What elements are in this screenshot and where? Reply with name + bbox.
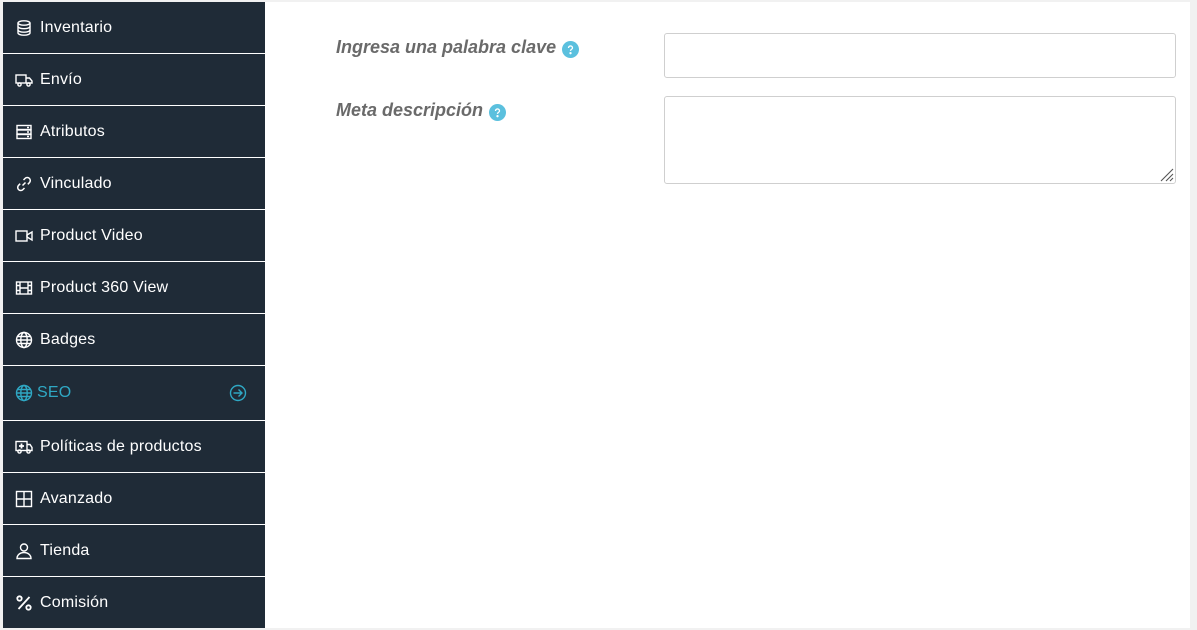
sidebar-item-atributos[interactable]: Atributos <box>3 106 265 158</box>
sidebar-item-seo[interactable]: SEO <box>3 366 265 421</box>
arrow-right-circle-icon <box>229 384 247 402</box>
sidebar-item-product-360-view[interactable]: Product 360 View <box>3 262 265 314</box>
help-icon[interactable] <box>489 103 507 121</box>
meta-description-textarea[interactable] <box>664 96 1176 184</box>
grid-icon <box>15 490 33 508</box>
sidebar-item-vinculado[interactable]: Vinculado <box>3 158 265 210</box>
sidebar-item-label: Badges <box>40 330 96 348</box>
sidebar-item-product-video[interactable]: Product Video <box>3 210 265 262</box>
database-icon <box>15 19 33 37</box>
keyword-label: Ingresa una palabra clave <box>336 37 580 58</box>
sidebar-item-label: Atributos <box>40 122 105 140</box>
sidebar-item-label: Inventario <box>40 18 113 36</box>
sidebar: Inventario Envío Atributos Vinculado Pro… <box>3 2 265 628</box>
sidebar-item-label: Envío <box>40 70 82 88</box>
globe-icon <box>15 331 33 349</box>
resize-grip-icon[interactable] <box>1158 166 1174 182</box>
globe-icon <box>15 384 33 402</box>
sidebar-item-comision[interactable]: Comisión <box>3 577 265 628</box>
sidebar-item-inventario[interactable]: Inventario <box>3 2 265 54</box>
meta-description-label: Meta descripción <box>336 100 507 121</box>
percent-icon <box>15 594 33 612</box>
server-icon <box>15 123 33 141</box>
sidebar-item-label: Product Video <box>40 226 143 244</box>
film-icon <box>15 279 33 297</box>
sidebar-item-badges[interactable]: Badges <box>3 314 265 366</box>
sidebar-item-avanzado[interactable]: Avanzado <box>3 473 265 525</box>
keyword-input[interactable] <box>664 33 1176 78</box>
video-icon <box>15 227 33 245</box>
ambulance-icon <box>15 438 33 456</box>
sidebar-item-label: Tienda <box>40 541 90 559</box>
sidebar-item-tienda[interactable]: Tienda <box>3 525 265 577</box>
link-icon <box>15 175 33 193</box>
keyword-label-text: Ingresa una palabra clave <box>336 37 557 57</box>
meta-description-label-text: Meta descripción <box>336 100 484 120</box>
user-icon <box>15 542 33 560</box>
help-icon[interactable] <box>562 40 580 58</box>
seo-panel: Ingresa una palabra clave Meta descripci… <box>265 2 1190 628</box>
sidebar-item-label: Políticas de productos <box>40 437 202 455</box>
sidebar-item-envio[interactable]: Envío <box>3 54 265 106</box>
sidebar-item-label: Comisión <box>40 593 109 611</box>
truck-icon <box>15 71 33 89</box>
sidebar-item-label: Avanzado <box>40 489 113 507</box>
sidebar-item-label: Product 360 View <box>40 278 169 296</box>
sidebar-item-label: SEO <box>37 384 72 401</box>
sidebar-item-label: Vinculado <box>40 174 112 192</box>
sidebar-item-politicas-de-productos[interactable]: Políticas de productos <box>3 421 265 473</box>
